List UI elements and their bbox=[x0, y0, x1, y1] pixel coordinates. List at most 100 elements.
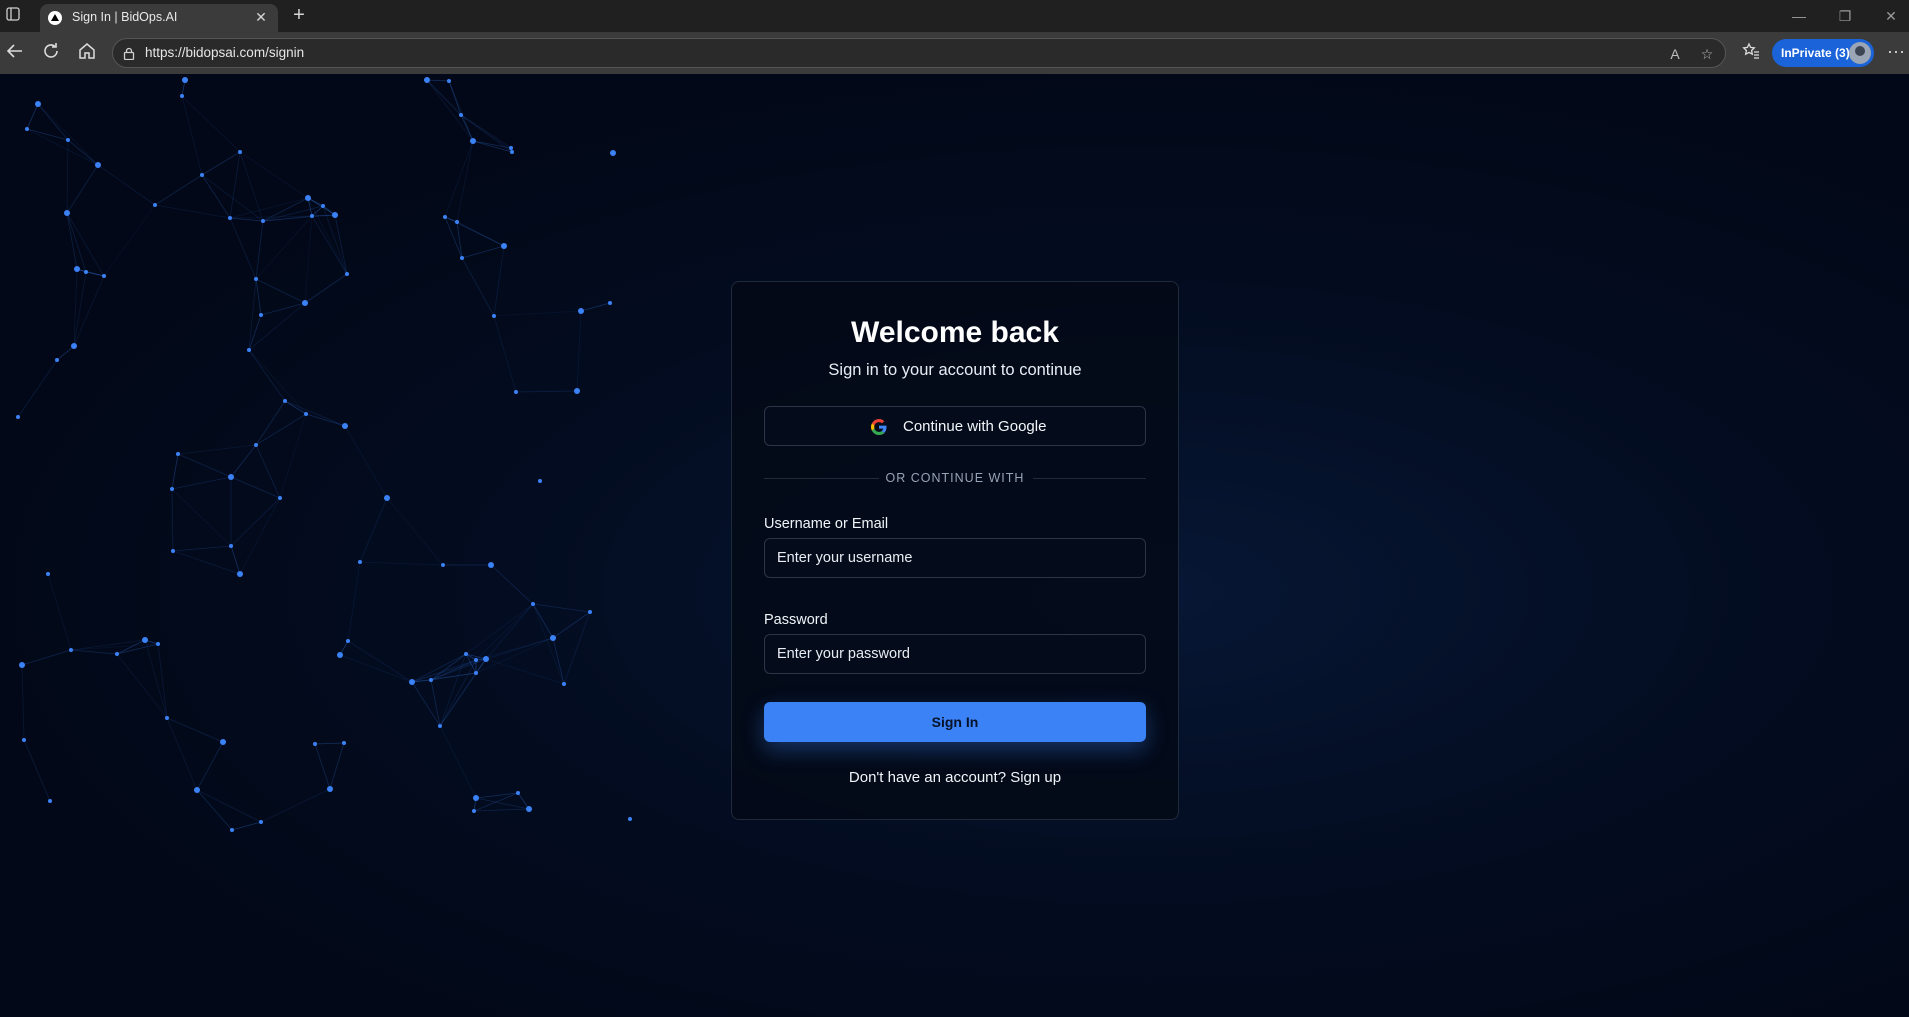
avatar bbox=[1849, 42, 1871, 64]
network-edge bbox=[444, 140, 474, 218]
back-icon[interactable] bbox=[4, 42, 26, 64]
network-edge bbox=[461, 245, 505, 259]
signin-card: Welcome back Sign in to your account to … bbox=[731, 281, 1179, 820]
network-node bbox=[460, 256, 464, 260]
network-edge bbox=[196, 789, 233, 831]
network-edge bbox=[177, 453, 232, 478]
tab-title: Sign In | BidOps.AI bbox=[72, 10, 178, 24]
network-node bbox=[321, 204, 325, 208]
network-edge bbox=[230, 476, 281, 499]
network-edge bbox=[284, 400, 346, 427]
network-edge bbox=[532, 603, 554, 639]
network-edge bbox=[26, 128, 99, 166]
network-edge bbox=[177, 444, 257, 455]
username-input[interactable] bbox=[764, 538, 1146, 578]
browser-tab[interactable]: Sign In | BidOps.AI ✕ bbox=[40, 4, 278, 32]
network-edge bbox=[493, 245, 505, 317]
google-signin-button[interactable]: Continue with Google bbox=[764, 406, 1146, 446]
network-edge bbox=[284, 400, 307, 415]
read-aloud-icon[interactable]: A bbox=[1665, 44, 1685, 64]
address-bar[interactable]: https://bidopsai.com/signin A ☆ bbox=[112, 38, 1726, 68]
tab-actions-icon[interactable] bbox=[6, 7, 22, 23]
browser-tab-bar: Sign In | BidOps.AI ✕ + — ❐ ✕ bbox=[0, 0, 1909, 32]
window-close-icon[interactable]: ✕ bbox=[1879, 6, 1903, 26]
network-background bbox=[16, 77, 632, 832]
network-edge bbox=[532, 603, 591, 613]
network-edge bbox=[26, 128, 69, 141]
favorite-star-icon[interactable]: ☆ bbox=[1697, 44, 1717, 64]
inprivate-button[interactable]: InPrivate (3) bbox=[1772, 39, 1874, 67]
network-edge bbox=[66, 164, 99, 214]
network-node bbox=[153, 203, 157, 207]
network-node bbox=[474, 658, 478, 662]
divider-text: OR CONTINUE WITH bbox=[885, 471, 1025, 485]
network-edge bbox=[171, 476, 232, 490]
network-edge bbox=[171, 453, 179, 490]
network-node bbox=[345, 272, 349, 276]
network-node bbox=[438, 724, 442, 728]
network-edge bbox=[171, 488, 174, 552]
network-node bbox=[488, 562, 494, 568]
minimize-icon[interactable]: — bbox=[1787, 6, 1811, 26]
sign-up-link[interactable]: Sign up bbox=[1010, 769, 1061, 786]
more-icon[interactable]: ··· bbox=[1886, 42, 1906, 64]
network-node bbox=[327, 786, 333, 792]
network-edge bbox=[171, 488, 232, 547]
network-node bbox=[305, 195, 311, 201]
network-edge bbox=[311, 214, 336, 217]
home-icon[interactable] bbox=[76, 42, 98, 64]
network-node bbox=[176, 452, 180, 456]
network-edge bbox=[230, 545, 241, 575]
network-node bbox=[509, 146, 513, 150]
network-edge bbox=[229, 151, 241, 219]
google-button-label: Continue with Google bbox=[903, 418, 1047, 435]
network-edge bbox=[485, 658, 565, 685]
network-node bbox=[302, 300, 308, 306]
network-node bbox=[304, 412, 308, 416]
network-node bbox=[46, 572, 50, 576]
network-node bbox=[313, 742, 317, 746]
restore-icon[interactable]: ❐ bbox=[1833, 6, 1857, 26]
sign-in-button[interactable]: Sign In bbox=[764, 702, 1146, 742]
lock-icon[interactable] bbox=[123, 47, 135, 61]
network-edge bbox=[552, 611, 591, 639]
password-input[interactable] bbox=[764, 634, 1146, 674]
signup-prompt: Don't have an account? bbox=[848, 769, 1007, 786]
network-edge bbox=[201, 151, 241, 176]
network-node bbox=[578, 308, 584, 314]
network-edge bbox=[472, 140, 513, 153]
inprivate-label: InPrivate (3) bbox=[1781, 46, 1850, 60]
refresh-icon[interactable] bbox=[40, 42, 62, 64]
network-edge bbox=[157, 643, 168, 719]
network-node bbox=[142, 637, 148, 643]
network-edge bbox=[229, 197, 309, 219]
network-node bbox=[102, 274, 106, 278]
network-edge bbox=[103, 204, 156, 277]
network-edge bbox=[47, 573, 72, 651]
network-node bbox=[259, 313, 263, 317]
favorites-icon[interactable] bbox=[1740, 42, 1762, 64]
close-icon[interactable]: ✕ bbox=[252, 8, 270, 26]
network-node bbox=[562, 682, 566, 686]
network-edge bbox=[255, 413, 307, 446]
network-edge bbox=[426, 79, 474, 142]
network-node bbox=[220, 739, 226, 745]
network-node bbox=[610, 150, 616, 156]
network-node bbox=[35, 101, 41, 107]
network-edge bbox=[239, 151, 309, 199]
new-tab-icon[interactable]: + bbox=[287, 4, 311, 28]
network-edge bbox=[386, 497, 444, 566]
network-edge bbox=[255, 215, 313, 280]
network-node bbox=[19, 662, 25, 668]
network-node bbox=[384, 495, 390, 501]
network-node bbox=[429, 678, 433, 682]
network-edge bbox=[230, 444, 257, 478]
network-edge bbox=[73, 275, 105, 347]
url-text[interactable]: https://bidopsai.com/signin bbox=[145, 45, 304, 60]
network-node bbox=[483, 656, 489, 662]
network-node bbox=[492, 314, 496, 318]
network-node bbox=[337, 652, 343, 658]
network-node bbox=[332, 212, 338, 218]
network-node bbox=[48, 799, 52, 803]
network-edge bbox=[97, 164, 156, 206]
